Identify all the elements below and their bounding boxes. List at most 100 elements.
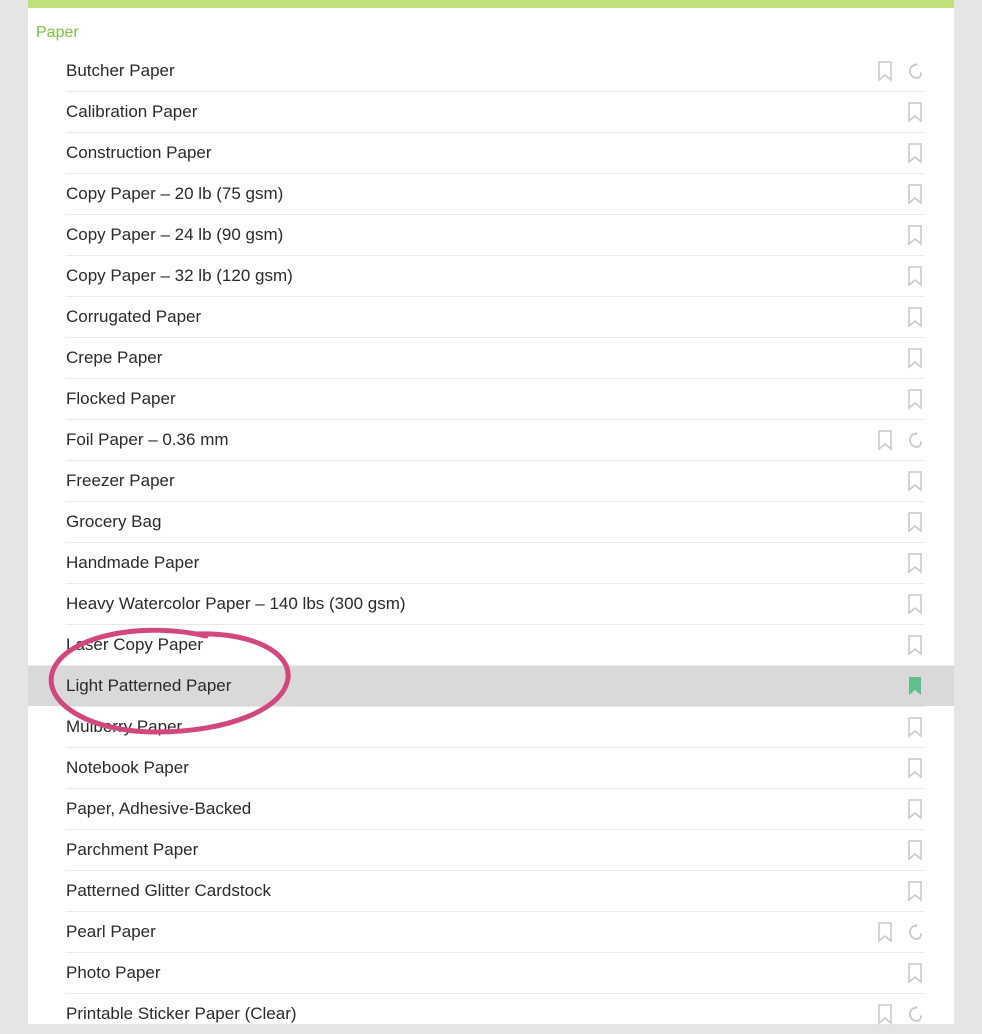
bookmark-icon[interactable] (906, 593, 924, 615)
material-row[interactable]: Light Patterned Paper (28, 665, 954, 706)
bookmark-icon[interactable] (906, 142, 924, 164)
material-row[interactable]: Copy Paper – 32 lb (120 gsm) (66, 255, 924, 296)
row-icons (906, 265, 924, 287)
material-label: Pearl Paper (66, 922, 156, 942)
row-icons (906, 224, 924, 246)
row-icons (906, 552, 924, 574)
bookmark-icon[interactable] (906, 470, 924, 492)
material-label: Printable Sticker Paper (Clear) (66, 1004, 297, 1024)
material-row[interactable]: Notebook Paper (66, 747, 924, 788)
bookmark-icon[interactable] (876, 60, 894, 82)
bookmark-icon[interactable] (906, 183, 924, 205)
row-icons (906, 839, 924, 861)
materials-list: Butcher Paper Calibration Paper Constructi… (28, 50, 954, 1034)
row-icons (906, 757, 924, 779)
material-row[interactable]: Freezer Paper (66, 460, 924, 501)
row-icons (906, 347, 924, 369)
bookmark-icon[interactable] (906, 880, 924, 902)
material-label: Laser Copy Paper (66, 635, 203, 655)
material-label: Parchment Paper (66, 840, 198, 860)
material-label: Calibration Paper (66, 102, 197, 122)
header-bar (28, 0, 954, 8)
row-icons (906, 634, 924, 656)
row-icons (906, 388, 924, 410)
row-icons (906, 470, 924, 492)
material-row[interactable]: Corrugated Paper (66, 296, 924, 337)
material-row[interactable]: Copy Paper – 24 lb (90 gsm) (66, 214, 924, 255)
brand-logo-icon (906, 431, 924, 449)
row-icons (876, 1003, 924, 1025)
bookmark-icon[interactable] (906, 306, 924, 328)
brand-logo-icon (906, 923, 924, 941)
material-row[interactable]: Photo Paper (66, 952, 924, 993)
bookmark-icon[interactable] (906, 552, 924, 574)
material-label: Crepe Paper (66, 348, 162, 368)
material-label: Handmade Paper (66, 553, 199, 573)
row-icons (876, 60, 924, 82)
row-icons (906, 880, 924, 902)
material-row[interactable]: Grocery Bag (66, 501, 924, 542)
material-row[interactable]: Flocked Paper (66, 378, 924, 419)
bookmark-icon[interactable] (906, 388, 924, 410)
material-row[interactable]: Printable Sticker Paper (Clear) (66, 993, 924, 1034)
row-icons (906, 142, 924, 164)
material-label: Flocked Paper (66, 389, 176, 409)
row-icons (906, 101, 924, 123)
bookmark-icon[interactable] (906, 634, 924, 656)
bookmark-icon[interactable] (906, 757, 924, 779)
material-label: Freezer Paper (66, 471, 175, 491)
material-row[interactable]: Patterned Glitter Cardstock (66, 870, 924, 911)
material-label: Construction Paper (66, 143, 212, 163)
material-row[interactable]: Pearl Paper (66, 911, 924, 952)
material-row[interactable]: Heavy Watercolor Paper – 140 lbs (300 gs… (66, 583, 924, 624)
material-label: Mulberry Paper (66, 717, 182, 737)
row-icons (906, 511, 924, 533)
material-row[interactable]: Butcher Paper (66, 50, 924, 91)
material-label: Foil Paper – 0.36 mm (66, 430, 229, 450)
bookmark-icon[interactable] (906, 839, 924, 861)
material-row[interactable]: Parchment Paper (66, 829, 924, 870)
bookmark-icon[interactable] (906, 798, 924, 820)
bookmark-icon[interactable] (906, 716, 924, 738)
bookmark-icon[interactable] (906, 224, 924, 246)
material-row[interactable]: Crepe Paper (66, 337, 924, 378)
material-label: Copy Paper – 20 lb (75 gsm) (66, 184, 283, 204)
material-row[interactable]: Laser Copy Paper (66, 624, 924, 665)
row-icons (906, 306, 924, 328)
material-label: Corrugated Paper (66, 307, 201, 327)
row-icons (906, 962, 924, 984)
material-label: Patterned Glitter Cardstock (66, 881, 271, 901)
material-label: Light Patterned Paper (66, 676, 231, 696)
row-icons (876, 429, 924, 451)
material-row[interactable]: Paper, Adhesive-Backed (66, 788, 924, 829)
material-label: Butcher Paper (66, 61, 175, 81)
material-label: Paper, Adhesive-Backed (66, 799, 251, 819)
material-row[interactable]: Foil Paper – 0.36 mm (66, 419, 924, 460)
brand-logo-icon (906, 1005, 924, 1023)
bookmark-icon[interactable] (876, 1003, 894, 1025)
bookmark-icon[interactable] (906, 511, 924, 533)
material-row[interactable]: Mulberry Paper (66, 706, 924, 747)
row-icons (906, 593, 924, 615)
material-label: Copy Paper – 32 lb (120 gsm) (66, 266, 293, 286)
category-label[interactable]: Paper (28, 8, 954, 50)
bookmark-icon[interactable] (906, 675, 924, 697)
material-row[interactable]: Construction Paper (66, 132, 924, 173)
material-label: Heavy Watercolor Paper – 140 lbs (300 gs… (66, 594, 406, 614)
row-icons (906, 675, 924, 697)
brand-logo-icon (906, 62, 924, 80)
bookmark-icon[interactable] (906, 347, 924, 369)
material-row[interactable]: Copy Paper – 20 lb (75 gsm) (66, 173, 924, 214)
bookmark-icon[interactable] (906, 265, 924, 287)
row-icons (876, 921, 924, 943)
bookmark-icon[interactable] (906, 101, 924, 123)
material-row[interactable]: Calibration Paper (66, 91, 924, 132)
material-label: Grocery Bag (66, 512, 161, 532)
bookmark-icon[interactable] (876, 921, 894, 943)
bookmark-icon[interactable] (906, 962, 924, 984)
bookmark-icon[interactable] (876, 429, 894, 451)
material-row[interactable]: Handmade Paper (66, 542, 924, 583)
material-label: Notebook Paper (66, 758, 189, 778)
row-icons (906, 183, 924, 205)
material-label: Copy Paper – 24 lb (90 gsm) (66, 225, 283, 245)
